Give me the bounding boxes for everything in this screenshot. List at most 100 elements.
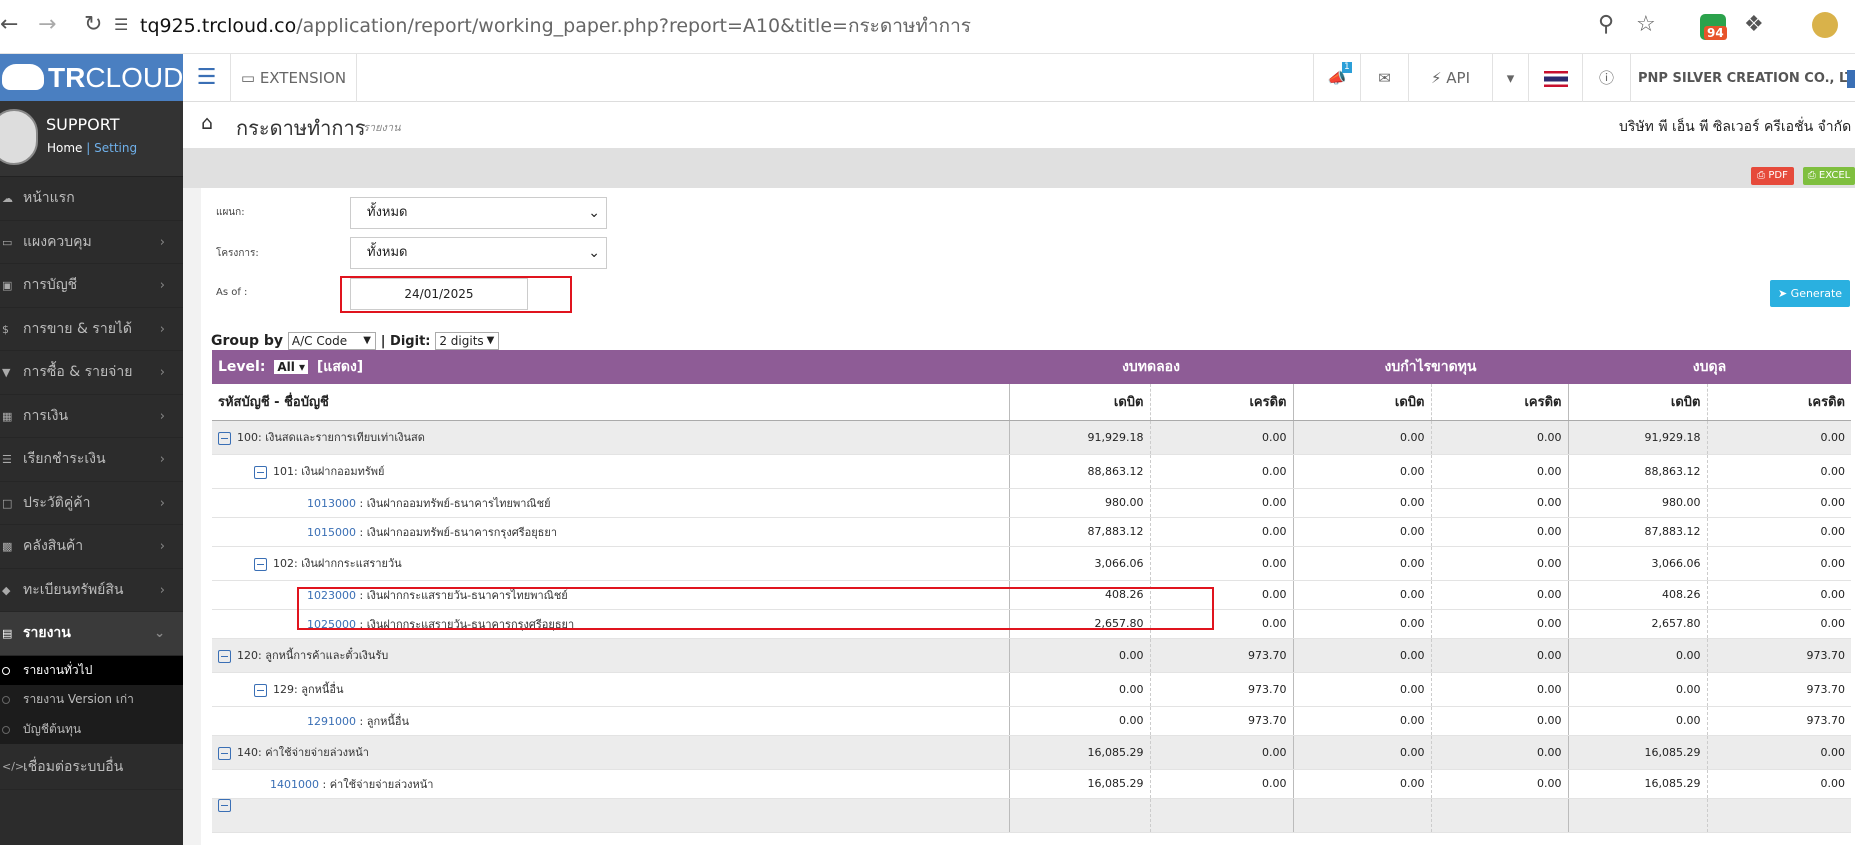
groupby-select[interactable]: A/C Code ▼ — [287, 332, 376, 350]
sidebar-item-partners[interactable]: □ ประวัติคู่ค้า › — [0, 482, 183, 525]
chevron-right-icon: › — [159, 408, 165, 424]
amount-cell: 0.00 — [1567, 672, 1707, 707]
balance-sheet-header: งบดุล — [1568, 350, 1851, 384]
collapse-icon[interactable] — [218, 649, 231, 663]
site-info-icon[interactable]: ☰ — [114, 12, 128, 38]
department-select[interactable]: ทั้งหมด ⌄ — [350, 197, 607, 229]
bookmark-star-icon[interactable]: ☆ — [1636, 12, 1656, 38]
table-row[interactable]: 1401000 : ค่าใช้จ่ายจ่ายล่วงหน้า 16,085.2… — [212, 769, 1851, 799]
table-row[interactable]: 129: ลูกหนี้อื่น 0.00 973.70 0.00 0.00 0.00 97… — [212, 672, 1851, 707]
forward-icon[interactable]: → — [38, 12, 56, 38]
collapse-icon[interactable] — [254, 683, 267, 697]
sidebar-item-integrations[interactable]: </> เชื่อมต่อระบบอื่น — [0, 744, 183, 790]
home-link[interactable]: Home — [47, 141, 82, 155]
bullet-icon — [2, 725, 10, 734]
chevron-right-icon: › — [159, 321, 165, 337]
sidebar-item-label: การบัญชี — [23, 277, 78, 293]
highlight-box-row — [297, 587, 1214, 630]
page-header: ⌂ กระดาษทำการ รายงาน บริษัท พี เอ็น พี ซ… — [183, 102, 1855, 148]
sidebar-item-reports[interactable]: ▤ รายงาน ⌄ — [0, 612, 183, 656]
home-icon[interactable]: ⌂ — [201, 112, 213, 134]
collapse-icon[interactable] — [218, 431, 231, 445]
generate-button[interactable]: ➤ Generate — [1770, 280, 1850, 307]
pdf-button[interactable]: ⎙ PDF — [1751, 167, 1794, 185]
amount-cell: 0.00 — [1149, 488, 1293, 518]
sidebar-item-purchases[interactable]: ▼ การซื้อ & รายจ่าย › — [0, 351, 183, 395]
excel-button[interactable]: ⎙ EXCEL — [1803, 167, 1855, 185]
address-bar[interactable]: tq925.trcloud.co/application/report/work… — [140, 10, 1650, 42]
amount-cell: 0.00 — [1292, 672, 1431, 707]
zoom-icon[interactable]: ⚲ — [1598, 12, 1614, 38]
sidebar-item-assets[interactable]: ◆ ทะเบียนทรัพย์สิน › — [0, 569, 183, 612]
thai-flag-icon[interactable] — [1529, 54, 1583, 102]
hamburger-menu-icon[interactable]: ☰ — [183, 54, 231, 102]
help-icon[interactable]: ⓘ — [1583, 54, 1631, 102]
amount-cell: 87,883.12 — [1567, 517, 1707, 547]
account-cell: 129: ลูกหนี้อื่น — [212, 672, 1009, 707]
amount-cell: 0.00 — [1292, 609, 1431, 639]
setting-link[interactable]: Setting — [94, 141, 137, 155]
collapse-icon[interactable] — [254, 557, 267, 571]
reload-icon[interactable]: ↻ — [84, 12, 102, 38]
account-code-link[interactable]: 1013000 — [307, 497, 356, 510]
table-row[interactable]: 1013000 : เงินฝากออมทรัพย์-ธนาคารไทยพาณิ… — [212, 488, 1851, 518]
level-select[interactable]: All ▾ — [274, 360, 309, 374]
account-code-link[interactable]: 1401000 — [270, 778, 319, 791]
collapse-icon[interactable] — [218, 799, 231, 812]
sidebar-item-finance[interactable]: ▦ การเงิน › — [0, 395, 183, 438]
action-strip — [183, 148, 1855, 188]
mail-icon[interactable]: ✉ — [1361, 54, 1409, 102]
sidebar-item-inventory[interactable]: ▩ คลังสินค้า › — [0, 525, 183, 569]
sidebar-item-accounting[interactable]: ▣ การบัญชี › — [0, 264, 183, 308]
amount-cell: 0.00 — [1149, 769, 1293, 799]
digit-value: 2 digits — [439, 334, 484, 348]
amount-cell: 0.00 — [1008, 706, 1150, 736]
puzzle-icon[interactable]: ❖ — [1744, 12, 1764, 38]
digit-select[interactable]: 2 digits ▼ — [435, 332, 500, 350]
amount-cell: 0.00 — [1706, 420, 1851, 455]
account-cell: 1015000 : เงินฝากออมทรัพย์-ธนาคารกรุงศรี… — [212, 517, 1009, 547]
table-row[interactable]: 100: เงินสดและรายการเทียบเท่าเงินสด 91,92… — [212, 420, 1851, 455]
sidebar-item-home[interactable]: ☁ หน้าแรก — [0, 177, 183, 221]
table-row[interactable]: 140: ค่าใช้จ่ายจ่ายล่วงหน้า 16,085.29 0.00… — [212, 735, 1851, 770]
col-header: เดบิต — [1292, 384, 1431, 421]
extension-button[interactable]: ▭ EXTENSION — [231, 54, 357, 102]
sidebar-subitem-general-reports[interactable]: รายงานทั่วไป — [0, 655, 183, 685]
table-row[interactable]: 120: ลูกหนี้การค้าและตั๋วเงินรับ 0.00 973.… — [212, 638, 1851, 673]
table-row[interactable]: 1015000 : เงินฝากออมทรัพย์-ธนาคารกรุงศรี… — [212, 517, 1851, 547]
bullet-icon — [2, 666, 10, 675]
amount-cell: 0.00 — [1292, 769, 1431, 799]
show-button[interactable]: [แสดง] — [317, 359, 363, 375]
project-select[interactable]: ทั้งหมด ⌄ — [350, 237, 607, 269]
announcement-icon[interactable]: 📣 1 — [1313, 54, 1361, 102]
account-name: : เงินฝากออมทรัพย์-ธนาคารกรุงศรีอยุธยา — [356, 525, 557, 539]
profile-icon[interactable] — [1812, 12, 1838, 38]
back-icon[interactable]: ← — [0, 12, 18, 38]
rocket-icon: ➤ — [1777, 287, 1788, 300]
sidebar-subitem-cost-accounting[interactable]: บัญชีต้นทุน — [0, 714, 183, 744]
sidebar-subitem-old-reports[interactable]: รายงาน Version เก่า — [0, 685, 183, 715]
amount-cell: 0.00 — [1430, 580, 1568, 610]
company-name-thai: บริษัท พี เอ็น พี ซิลเวอร์ ครีเอชั่น จำก… — [1619, 119, 1852, 135]
caret-down-icon[interactable]: ▾ — [1493, 54, 1529, 102]
collapse-icon[interactable] — [218, 746, 231, 760]
amount-cell: 973.70 — [1706, 638, 1851, 673]
account-code-link[interactable]: 1015000 — [307, 526, 356, 539]
sidebar-item-label: ประวัติคู่ค้า — [23, 494, 91, 511]
account-cell: 140: ค่าใช้จ่ายจ่ายล่วงหน้า — [212, 735, 1009, 770]
asof-label: As of : — [216, 287, 248, 298]
account-code-link[interactable]: 1291000 — [307, 715, 356, 728]
sidebar-item-sales[interactable]: $ การขาย & รายได้ › — [0, 308, 183, 351]
trcloud-logo[interactable]: TRCLOUD — [0, 54, 183, 101]
sidebar-item-label: เรียกชำระเงิน — [23, 451, 106, 467]
collapse-icon[interactable] — [254, 465, 267, 479]
api-button[interactable]: ⚡ API — [1409, 54, 1493, 102]
company-name[interactable]: PNP SILVER CREATION CO., LTD — [1638, 54, 1855, 104]
table-row[interactable]: 101: เงินฝากออมทรัพย์ 88,863.12 0.00 0.00 0.… — [212, 454, 1851, 489]
amount-cell: 88,863.12 — [1567, 454, 1707, 489]
table-row[interactable]: 102: เงินฝากกระแสรายวัน 3,066.06 0.00 0.00 0… — [212, 546, 1851, 581]
sidebar-item-billing[interactable]: ☰ เรียกชำระเงิน › — [0, 438, 183, 482]
table-row[interactable]: 1291000 : ลูกหนี้อื่น 0.00 973.70 0.00 0.00 0… — [212, 706, 1851, 736]
calendar-icon: ▦ — [2, 409, 13, 423]
sidebar-item-dashboard[interactable]: ▭ แผงควบคุม › — [0, 221, 183, 264]
